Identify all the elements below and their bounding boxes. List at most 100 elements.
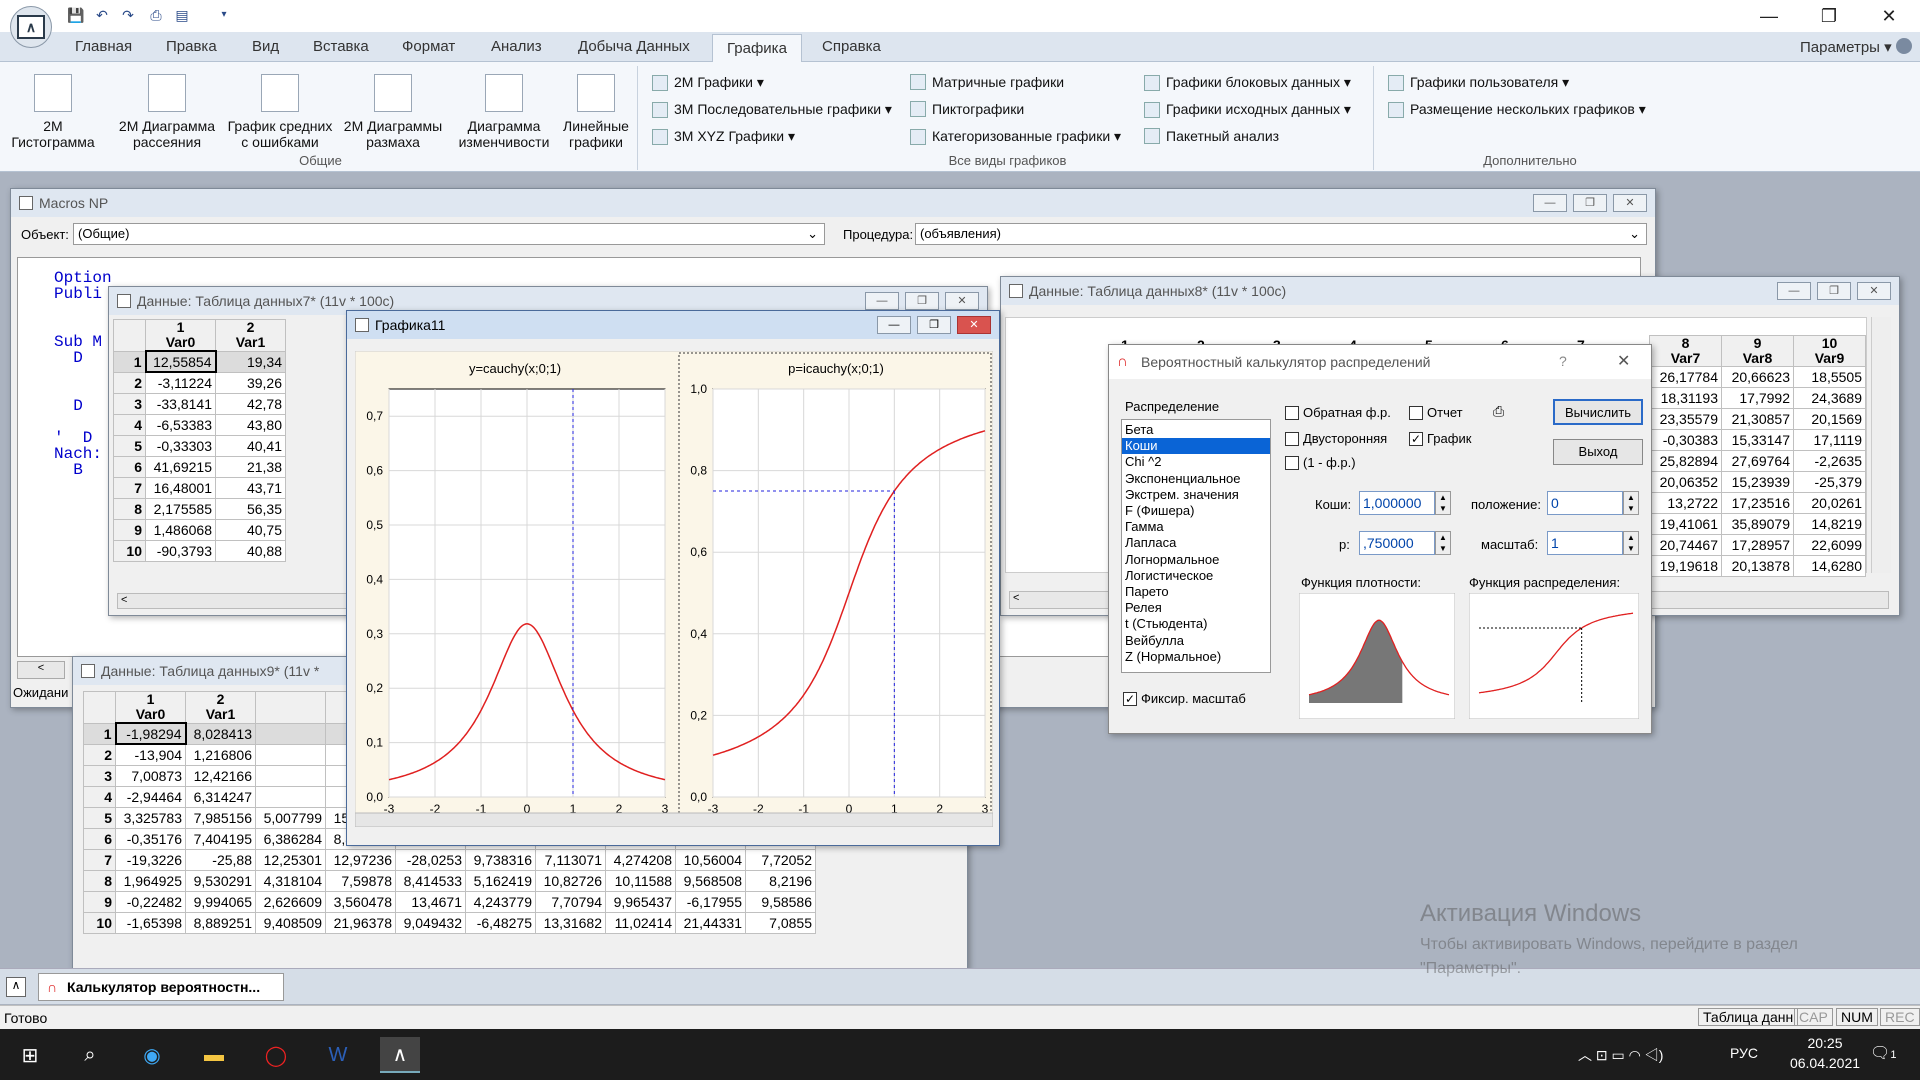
table-cell[interactable]: -0,33303 xyxy=(145,434,216,457)
h-scrollbar[interactable]: < xyxy=(117,593,367,609)
dropdown-icon[interactable]: ▾ xyxy=(214,5,234,25)
row-header[interactable]: 5 xyxy=(83,806,116,829)
scroll-left-icon[interactable]: < xyxy=(17,661,65,679)
row-header[interactable]: 9 xyxy=(113,518,146,541)
table-cell[interactable]: 9,965437 xyxy=(605,890,676,913)
v-scrollbar[interactable] xyxy=(1871,317,1891,573)
tab-analysis[interactable]: Анализ xyxy=(491,38,542,55)
table8-grid[interactable]: 8 Var7 9 Var8 10 Var9 26,17784 20,66623 18,5505 1… xyxy=(1649,335,1866,577)
table-cell[interactable]: 2,175585 xyxy=(145,497,216,520)
table-cell[interactable]: 15,23939 xyxy=(1721,471,1794,493)
table-row[interactable]: 8 1,964925 9,530291 4,318104 7,59878 8,414533… xyxy=(83,869,816,892)
table-cell[interactable]: 56,35 xyxy=(215,497,286,520)
language-indicator[interactable]: РУС xyxy=(1730,1045,1758,1061)
table-row[interactable]: 20,06352 15,23939 -25,379 xyxy=(1649,471,1866,493)
table-cell[interactable]: 22,6099 xyxy=(1793,534,1866,556)
calculate-button[interactable]: Вычислить xyxy=(1553,399,1643,425)
folder-icon[interactable]: ▬ xyxy=(194,1037,234,1073)
table-cell[interactable]: 10,82726 xyxy=(535,869,606,892)
row-header[interactable]: 2 xyxy=(113,371,146,394)
print-icon[interactable]: ⎙ xyxy=(1493,403,1511,421)
table-cell[interactable]: 2,626609 xyxy=(255,890,326,913)
row-header[interactable]: 8 xyxy=(83,869,116,892)
fix-scale-checkbox[interactable]: ✓ Фиксир. масштаб xyxy=(1123,691,1246,706)
statistica-icon[interactable]: ∧ xyxy=(380,1037,420,1073)
clock-date[interactable]: 06.04.2021 xyxy=(1784,1055,1866,1071)
table-cell[interactable] xyxy=(255,722,326,745)
data-grid[interactable]: 8 Var7 9 Var8 10 Var9 26,17784 20,66623 18,5505 1… xyxy=(1649,335,1866,577)
table-cell[interactable]: -0,35176 xyxy=(115,827,186,850)
row-header[interactable]: 5 xyxy=(113,434,146,457)
distribution-list[interactable]: Бета Коши Chi ^2 Экспоненциальное Экстрем. з… xyxy=(1121,419,1271,673)
row-header[interactable]: 2 xyxy=(83,743,116,766)
row-header[interactable]: 10 xyxy=(83,911,116,934)
table-cell[interactable]: 4,318104 xyxy=(255,869,326,892)
restore-button[interactable]: ❐ xyxy=(1800,0,1858,32)
table8-titlebar[interactable]: Данные: Таблица данных8* (11v * 100c) — ❐… xyxy=(1001,277,1899,305)
p-spinner[interactable]: ▲ ▼ xyxy=(1435,531,1451,555)
list-item[interactable]: Парето xyxy=(1122,584,1270,600)
table-row[interactable]: 10 -1,65398 8,889251 9,408509 21,96378 9,0494… xyxy=(83,911,816,934)
table-cell[interactable]: 20,06352 xyxy=(1649,471,1722,493)
close-button[interactable]: ✕ xyxy=(1860,0,1918,32)
table-cell[interactable]: 7,00873 xyxy=(115,764,186,787)
table-cell[interactable]: -13,904 xyxy=(115,743,186,766)
row-header[interactable]: 1 xyxy=(83,722,116,745)
tab-insert[interactable]: Вставка xyxy=(313,38,369,55)
table7-grid[interactable]: 1 Var0 2 Var1 1 12,55854 19,34 2 -3,11224 39,26 3-… xyxy=(113,319,286,562)
scale-spinner[interactable]: ▲ ▼ xyxy=(1623,531,1639,555)
table-cell[interactable]: 12,42166 xyxy=(185,764,256,787)
notification-icon[interactable]: 🗨1 xyxy=(1870,1043,1896,1063)
table-cell[interactable]: 10,56004 xyxy=(675,848,746,871)
mdi-calculator-tab[interactable]: ∩ Калькулятор вероятностн... xyxy=(38,973,284,1001)
word-icon[interactable]: W xyxy=(318,1037,358,1073)
tab-datamining[interactable]: Добыча Данных xyxy=(578,38,690,55)
table-cell[interactable]: 9,568508 xyxy=(675,869,746,892)
location-spinner[interactable]: ▲ ▼ xyxy=(1623,491,1639,515)
app-mini-icon[interactable]: ∧ xyxy=(6,977,26,997)
table-cell[interactable]: -1,65398 xyxy=(115,911,186,934)
table-cell[interactable]: 4,243779 xyxy=(465,890,536,913)
table-cell[interactable]: 7,70794 xyxy=(535,890,606,913)
table-row[interactable]: 26,17784 20,66623 18,5505 xyxy=(1649,366,1866,388)
clock-time[interactable]: 20:25 xyxy=(1790,1035,1860,1051)
list-item[interactable]: Бета xyxy=(1122,422,1270,438)
report-checkbox[interactable]: Отчет xyxy=(1409,405,1463,420)
input-data-button[interactable]: Графики исходных данных ▾ xyxy=(1144,101,1351,118)
cauchy-spinner[interactable]: ▲ ▼ xyxy=(1435,491,1451,515)
table-cell[interactable]: 17,1119 xyxy=(1793,429,1866,451)
table-row[interactable]: 18,31193 17,7992 24,3689 xyxy=(1649,387,1866,409)
xyz-3d-button[interactable]: 3М XYZ Графики ▾ xyxy=(652,128,795,145)
table-cell[interactable]: 7,404195 xyxy=(185,827,256,850)
list-item[interactable]: Лапласа xyxy=(1122,535,1270,551)
table-cell[interactable]: 1,486068 xyxy=(145,518,216,541)
variability-button[interactable]: Диаграмма изменчивости xyxy=(452,74,556,150)
table-cell[interactable]: 17,7992 xyxy=(1721,387,1794,409)
location-input[interactable]: 0 xyxy=(1547,491,1623,515)
table-cell[interactable]: 12,25301 xyxy=(255,848,326,871)
table-cell[interactable]: -28,0253 xyxy=(395,848,466,871)
table-cell[interactable]: 17,28957 xyxy=(1721,534,1794,556)
table-row[interactable]: 4 -6,53383 43,80 xyxy=(113,413,286,436)
user-graphs-button[interactable]: Графики пользователя ▾ xyxy=(1388,74,1569,91)
table-row[interactable]: 3 -33,8141 42,78 xyxy=(113,392,286,415)
one-minus-checkbox[interactable]: (1 - ф.р.) xyxy=(1285,455,1356,470)
maximize-button[interactable]: ❐ xyxy=(1573,194,1607,212)
scale-input[interactable]: 1 xyxy=(1547,531,1623,555)
table-cell[interactable]: 4,274208 xyxy=(605,848,676,871)
table-cell[interactable]: -25,379 xyxy=(1793,471,1866,493)
table-cell[interactable]: 20,0261 xyxy=(1793,492,1866,514)
table-cell[interactable]: 15,33147 xyxy=(1721,429,1794,451)
object-select[interactable]: (Общие) ⌄ xyxy=(73,223,825,245)
table-cell[interactable]: 40,75 xyxy=(215,518,286,541)
column-header[interactable]: 1 Var0 xyxy=(145,319,216,352)
table-cell[interactable]: 20,13878 xyxy=(1721,555,1794,577)
table-cell[interactable]: 5,162419 xyxy=(465,869,536,892)
table-cell[interactable]: -33,8141 xyxy=(145,392,216,415)
list-item[interactable]: Логистическое xyxy=(1122,568,1270,584)
corner-cell[interactable] xyxy=(113,319,146,352)
table-cell[interactable]: 13,2722 xyxy=(1649,492,1722,514)
table-row[interactable]: 9 1,486068 40,75 xyxy=(113,518,286,541)
app-logo-icon[interactable]: ∧ xyxy=(10,6,52,48)
column-header[interactable]: 8 Var7 xyxy=(1649,335,1722,367)
